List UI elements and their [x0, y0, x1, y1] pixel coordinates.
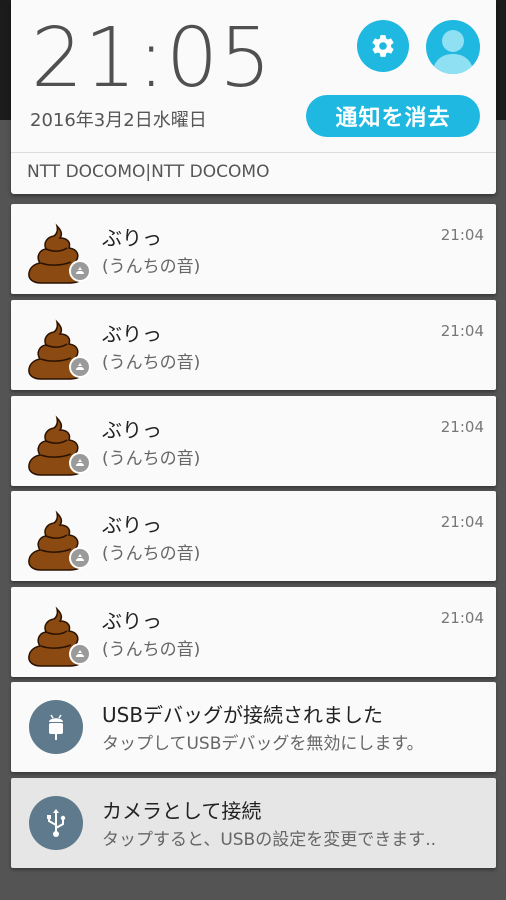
badge	[69, 356, 91, 378]
usb-icon	[29, 796, 83, 850]
user-icon	[432, 30, 474, 74]
notification-title: カメラとして接続	[102, 799, 262, 823]
notification-title: ぶりっ	[102, 418, 162, 442]
notification-time: 21:04	[440, 418, 484, 436]
quick-settings-header: 21:05 2016年3月2日水曜日 通知を消去 NTT DOCOMO|NTT …	[11, 0, 496, 194]
app-badge-icon	[76, 267, 84, 274]
notification-text: (うんちの音)	[102, 449, 201, 469]
carrier-label: NTT DOCOMO|NTT DOCOMO	[27, 162, 270, 182]
notification-item[interactable]: ぶりっ (うんちの音) 21:04	[11, 587, 496, 677]
usb-connection-notification[interactable]: カメラとして接続 タップすると、USBの設定を変更できます..	[11, 778, 496, 868]
badge	[69, 260, 91, 282]
notification-text: (うんちの音)	[102, 640, 201, 660]
notification-time: 21:04	[440, 226, 484, 244]
usb-debug-notification[interactable]: USBデバッグが接続されました タップしてUSBデバッグを無効にします。	[11, 682, 496, 772]
notification-item[interactable]: ぶりっ (うんちの音) 21:04	[11, 396, 496, 486]
clock: 21:05	[31, 11, 273, 106]
date-label: 2016年3月2日水曜日	[30, 110, 207, 131]
notification-text: (うんちの音)	[102, 544, 201, 564]
badge	[69, 452, 91, 474]
settings-button[interactable]	[357, 20, 409, 72]
notification-title: ぶりっ	[102, 513, 162, 537]
badge	[69, 643, 91, 665]
notification-title: USBデバッグが接続されました	[102, 703, 384, 727]
app-badge-icon	[76, 459, 84, 466]
app-badge-icon	[76, 363, 84, 370]
notification-time: 21:04	[440, 322, 484, 340]
notification-item[interactable]: ぶりっ (うんちの音) 21:04	[11, 491, 496, 581]
notification-text: タップしてUSBデバッグを無効にします。	[102, 734, 424, 754]
notification-text: タップすると、USBの設定を変更できます..	[102, 830, 437, 850]
notification-time: 21:04	[440, 609, 484, 627]
divider	[11, 152, 496, 153]
gear-icon	[372, 35, 394, 57]
user-avatar-button[interactable]	[426, 20, 480, 74]
notification-text: (うんちの音)	[102, 257, 201, 277]
notification-title: ぶりっ	[102, 226, 162, 250]
notification-text: (うんちの音)	[102, 353, 201, 373]
notification-item[interactable]: ぶりっ (うんちの音) 21:04	[11, 204, 496, 294]
clear-notifications-button[interactable]: 通知を消去	[306, 95, 480, 137]
android-debug-icon	[29, 700, 83, 754]
notification-title: ぶりっ	[102, 322, 162, 346]
notification-time: 21:04	[440, 513, 484, 531]
badge	[69, 547, 91, 569]
app-badge-icon	[76, 554, 84, 561]
notification-title: ぶりっ	[102, 609, 162, 633]
app-badge-icon	[76, 650, 84, 657]
notification-item[interactable]: ぶりっ (うんちの音) 21:04	[11, 300, 496, 390]
